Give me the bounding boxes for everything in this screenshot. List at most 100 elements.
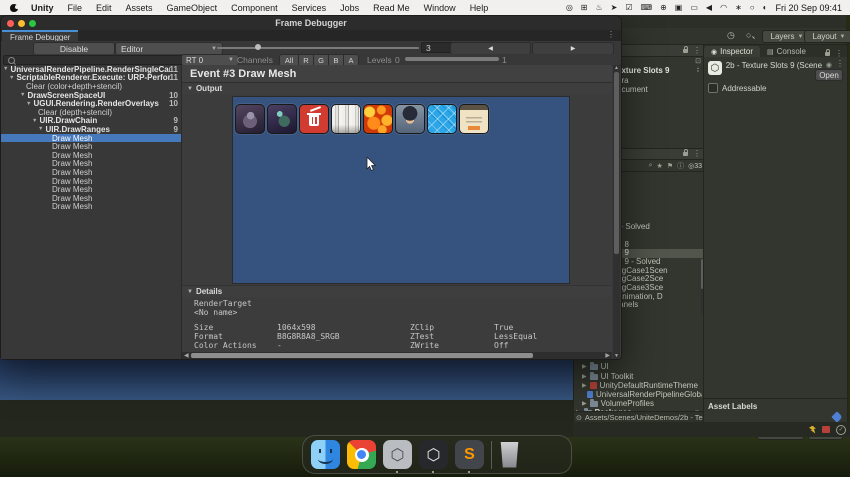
- scroll-left-icon[interactable]: ◀: [182, 352, 191, 359]
- battery-app-icon[interactable]: ▣: [675, 3, 683, 12]
- menu-item-help[interactable]: Help: [463, 3, 496, 13]
- lock-icon[interactable]: [683, 149, 688, 156]
- thumbnail-birch-bark: [331, 104, 361, 134]
- menu-item-gameobject[interactable]: GameObject: [160, 3, 225, 13]
- dock-unity-hub-icon[interactable]: ⬡: [383, 440, 412, 473]
- battery-icon[interactable]: ▭: [690, 3, 698, 12]
- dock-unity-editor-icon[interactable]: ⬡: [419, 440, 448, 473]
- favorites-icon[interactable]: ★: [657, 162, 663, 170]
- hierarchy-item-camera[interactable]: era: [617, 76, 705, 86]
- menu-item-file[interactable]: File: [61, 3, 90, 13]
- menu-item-component[interactable]: Component: [224, 3, 285, 13]
- search-icon[interactable]: ○: [746, 30, 755, 40]
- output-foldout[interactable]: ▼ Output: [182, 83, 612, 94]
- scroll-down-icon[interactable]: ▼: [614, 353, 619, 359]
- tree-row[interactable]: Draw Mesh: [1, 194, 181, 203]
- tree-row[interactable]: Clear (depth+stencil): [1, 108, 181, 117]
- tree-row[interactable]: Draw Mesh: [1, 151, 181, 160]
- wifi-icon[interactable]: ◠: [720, 3, 727, 12]
- frame-slider[interactable]: [217, 47, 419, 49]
- account-icon[interactable]: ◷: [727, 30, 735, 41]
- scroll-right-icon[interactable]: ▶: [603, 352, 612, 359]
- lock-icon[interactable]: [825, 49, 830, 56]
- open-button[interactable]: Open: [815, 69, 843, 81]
- tree-row[interactable]: Draw Mesh: [1, 168, 181, 177]
- project-asset[interactable]: UniversalRenderPipelineGlobalSet: [587, 390, 702, 399]
- tree-row[interactable]: ▼UniversalRenderPipeline.RenderSingleCam…: [1, 65, 181, 74]
- asset-label-tag-icon[interactable]: [831, 411, 843, 423]
- tree-row[interactable]: Clear (color+depth+stencil): [1, 82, 181, 91]
- menu-item-jobs[interactable]: Jobs: [333, 3, 366, 13]
- project-asset[interactable]: ▶ UnityDefaultRuntimeTheme: [582, 381, 702, 390]
- tree-row-selected[interactable]: Draw Mesh: [1, 134, 181, 143]
- scroll-up-icon[interactable]: ▲: [614, 65, 619, 71]
- search-input[interactable]: [3, 55, 185, 65]
- tree-row[interactable]: ▼ DrawScreenSpaceUI 10: [1, 91, 181, 100]
- levels-slider[interactable]: [405, 57, 499, 61]
- tree-row[interactable]: Draw Mesh: [1, 185, 181, 194]
- display-icon[interactable]: ⊞: [581, 3, 588, 12]
- details-hscrollbar[interactable]: ◀ ▶: [182, 352, 612, 359]
- progress-status-icon[interactable]: ✓: [836, 424, 846, 435]
- kebab-menu-icon[interactable]: ⋮: [836, 60, 844, 68]
- kebab-menu-icon[interactable]: ⋮: [693, 150, 701, 158]
- project-folder[interactable]: ▶ VolumeProfiles: [582, 399, 702, 408]
- project-folder[interactable]: ▶ UI: [582, 362, 702, 371]
- addressable-checkbox[interactable]: [708, 83, 718, 93]
- tweet-icon[interactable]: ➤: [611, 3, 618, 12]
- lock-icon[interactable]: [683, 45, 688, 53]
- search-in-icon[interactable]: ⌕: [649, 162, 653, 170]
- menu-item-readme[interactable]: Read Me: [366, 3, 417, 13]
- help-icon[interactable]: ◉: [826, 61, 832, 69]
- backup-icon[interactable]: ♨: [596, 3, 603, 12]
- keyboard-icon[interactable]: ⌨: [641, 3, 653, 12]
- tree-row[interactable]: Draw Mesh: [1, 202, 181, 211]
- apple-menu-icon[interactable]: [10, 3, 19, 12]
- globe-icon[interactable]: ⊕: [660, 3, 667, 12]
- hierarchy-scene-row[interactable]: exture Slots 9 ⋮: [617, 66, 705, 76]
- tree-row[interactable]: ▼ UIR.DrawRanges 9: [1, 125, 181, 134]
- control-center-icon[interactable]: ◐: [763, 3, 768, 12]
- kebab-menu-icon[interactable]: ⋮: [607, 31, 615, 39]
- tree-row[interactable]: Draw Mesh: [1, 159, 181, 168]
- vscroll-thumb[interactable]: [614, 72, 619, 254]
- error-status-icon[interactable]: [822, 426, 830, 433]
- spotlight-icon[interactable]: ○: [750, 3, 755, 12]
- menu-item-assets[interactable]: Assets: [119, 3, 160, 13]
- hscroll-thumb[interactable]: [190, 353, 533, 358]
- hierarchy-item-uidocument[interactable]: ocument: [617, 85, 705, 95]
- kebab-menu-icon[interactable]: ⋮: [693, 46, 701, 54]
- volume-icon[interactable]: ◀: [706, 3, 712, 12]
- scene-picker-icon[interactable]: ⊡: [695, 57, 701, 66]
- burst-status-icon[interactable]: [809, 425, 816, 434]
- tab-inspector[interactable]: ◉ Inspector: [704, 46, 761, 57]
- label-icon[interactable]: ⚑: [667, 162, 673, 170]
- menu-item-unity[interactable]: Unity: [24, 3, 61, 13]
- menu-item-services[interactable]: Services: [285, 3, 334, 13]
- bluetooth-icon[interactable]: ∗: [735, 3, 742, 12]
- tree-row[interactable]: ▼ UGUI.Rendering.RenderOverlays 10: [1, 99, 181, 108]
- frame-number-field[interactable]: 3: [421, 42, 453, 53]
- checkbox-app-icon[interactable]: ☑: [625, 3, 632, 12]
- frame-debugger-titlebar[interactable]: Frame Debugger: [1, 16, 621, 30]
- tree-row[interactable]: Draw Mesh: [1, 142, 181, 151]
- frame-slider-knob[interactable]: [255, 44, 261, 50]
- dock-trash-icon[interactable]: [500, 441, 519, 468]
- event-vscrollbar[interactable]: ▲ ▼: [613, 65, 620, 359]
- menu-item-window[interactable]: Window: [417, 3, 463, 13]
- dock-chrome-icon[interactable]: [347, 440, 376, 469]
- menu-bar-clock[interactable]: Fri 20 Sep 09:41: [775, 3, 842, 13]
- project-folder[interactable]: ▶ UI Toolkit: [582, 372, 702, 381]
- tree-row[interactable]: ▼ScriptableRenderer.Execute: URP-Perform…: [1, 73, 181, 82]
- tab-console[interactable]: ▤ Console: [760, 46, 813, 57]
- record-icon[interactable]: ◎: [566, 3, 573, 12]
- tree-row[interactable]: ▼ UIR.DrawChain 9: [1, 116, 181, 125]
- details-foldout[interactable]: ▼ Details: [182, 285, 612, 297]
- layout-dropdown[interactable]: Layout ▼: [804, 30, 850, 43]
- dock-sublime-text-icon[interactable]: S: [455, 440, 484, 473]
- dock-finder-icon[interactable]: [311, 440, 340, 469]
- kebab-menu-icon[interactable]: ⋮: [835, 50, 843, 58]
- menu-item-edit[interactable]: Edit: [89, 3, 119, 13]
- tree-row[interactable]: Draw Mesh: [1, 177, 181, 186]
- info-icon[interactable]: ⓘ: [677, 161, 684, 171]
